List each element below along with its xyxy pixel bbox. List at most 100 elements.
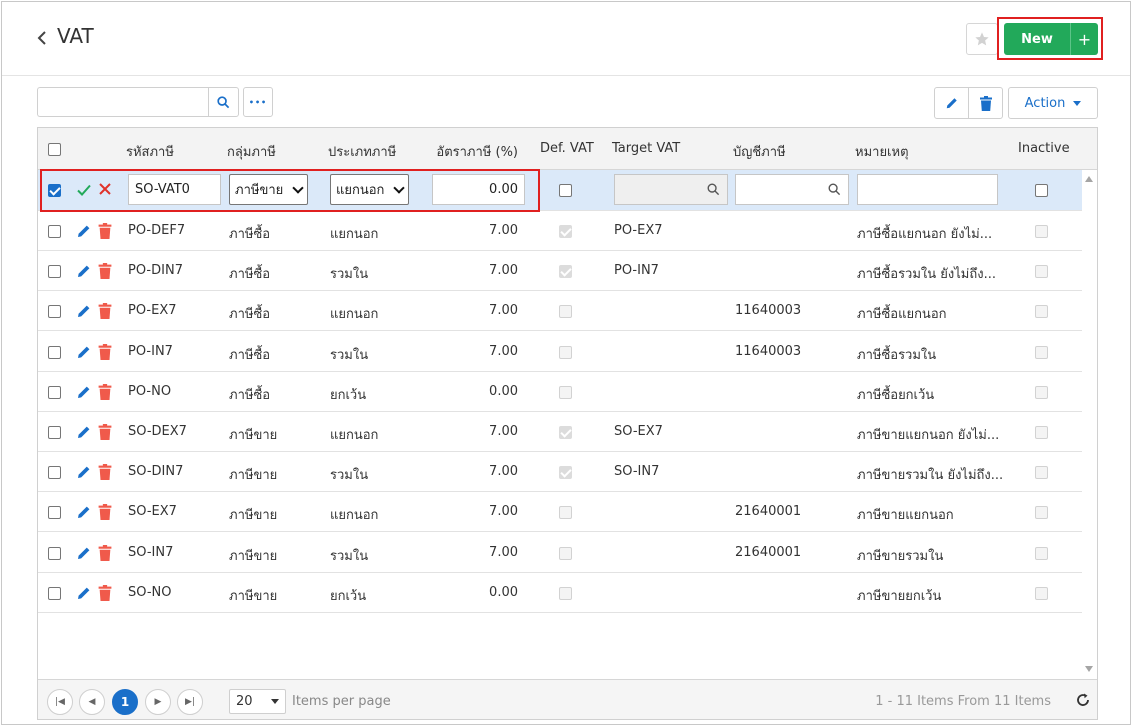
chevron-left-icon[interactable] <box>34 28 52 48</box>
trash-icon[interactable] <box>98 223 112 239</box>
delete-selected-button[interactable] <box>968 87 1003 119</box>
vertical-scrollbar[interactable] <box>1082 170 1097 680</box>
trash-icon[interactable] <box>98 504 112 521</box>
last-page-button[interactable]: ▶| <box>177 689 203 715</box>
row-select-checkbox[interactable] <box>48 305 61 319</box>
def-vat-checkbox[interactable] <box>559 184 572 197</box>
cell-group: ภาษีขาย <box>229 428 278 443</box>
def-vat-checkbox <box>559 345 572 359</box>
table-row[interactable]: SO-DEX7 ภาษีขาย แยกนอก 7.00 SO-EX7 ภาษีขายแยก… <box>38 412 1082 452</box>
table-row[interactable]: SO-EX7 ภาษีขาย แยกนอก 7.00 21640001 ภาษีขายแย… <box>38 492 1082 533</box>
first-page-button[interactable]: |◀ <box>47 689 73 715</box>
scroll-down-icon[interactable] <box>1085 666 1093 672</box>
pager-info: 1 - 11 Items From 11 Items <box>875 694 1051 709</box>
pencil-icon[interactable] <box>76 585 92 601</box>
row-select-checkbox[interactable] <box>48 586 61 600</box>
col-header-type[interactable]: ประเภทภาษี <box>328 141 396 162</box>
pencil-icon[interactable] <box>76 344 92 360</box>
cell-code: SO-IN7 <box>128 544 174 560</box>
next-page-button[interactable]: ▶ <box>145 689 171 715</box>
page-size-select[interactable]: 20 <box>229 689 286 714</box>
page-header: VAT New + <box>2 2 1130 76</box>
prev-page-button[interactable]: ◀ <box>79 689 105 715</box>
table-row[interactable]: PO-DIN7 ภาษีซื้อ รวมใน 7.00 PO-IN7 ภาษีซื้อรว… <box>38 251 1082 292</box>
trash-icon[interactable] <box>98 424 112 440</box>
row-select-checkbox[interactable] <box>48 546 61 560</box>
trash-icon[interactable] <box>98 383 112 400</box>
trash-icon[interactable] <box>98 303 112 320</box>
cell-code: PO-NO <box>128 383 172 399</box>
col-header-group[interactable]: กลุ่มภาษี <box>227 141 276 162</box>
pencil-icon[interactable] <box>76 223 92 239</box>
col-header-account[interactable]: บัญชีภาษี <box>733 141 786 162</box>
table-row[interactable]: PO-IN7 ภาษีซื้อ รวมใน 7.00 11640003 ภาษีซื้อร… <box>38 332 1082 372</box>
select-all-checkbox[interactable] <box>48 143 61 156</box>
search-icon[interactable] <box>828 183 841 196</box>
row-select-checkbox[interactable] <box>48 506 61 520</box>
cell-group: ภาษีขาย <box>229 588 278 604</box>
table-row[interactable]: SO-DIN7 ภาษีขาย รวมใน 7.00 SO-IN7 ภาษีขายรวมใ… <box>38 452 1082 493</box>
trash-icon[interactable] <box>98 544 112 561</box>
col-header-remark[interactable]: หมายเหตุ <box>855 141 909 162</box>
cell-rate: 7.00 <box>489 343 518 359</box>
table-row[interactable]: PO-EX7 ภาษีซื้อ แยกนอก 7.00 11640003 ภาษีซื้อ… <box>38 291 1082 332</box>
col-header-target-vat[interactable]: Target VAT <box>612 141 680 156</box>
search-icon[interactable] <box>707 183 720 196</box>
pencil-icon[interactable] <box>76 303 92 319</box>
cell-remark: ภาษีซื้อแยกนอก <box>857 307 947 323</box>
row-select-checkbox[interactable] <box>48 426 61 439</box>
new-button-highlight <box>997 17 1103 60</box>
pencil-icon[interactable] <box>76 545 92 561</box>
search-button[interactable] <box>208 87 239 117</box>
col-header-def-vat[interactable]: Def. VAT <box>540 141 594 156</box>
def-vat-checkbox <box>559 546 572 560</box>
favorite-button[interactable] <box>966 23 998 55</box>
pencil-icon[interactable] <box>76 504 92 520</box>
cell-rate: 0.00 <box>489 584 518 600</box>
row-select-checkbox[interactable] <box>48 466 61 480</box>
row-select-checkbox[interactable] <box>48 225 61 238</box>
inactive-checkbox[interactable] <box>1035 184 1048 197</box>
editing-row-highlight <box>40 169 540 212</box>
more-options-button[interactable]: ••• <box>243 87 273 117</box>
cell-group: ภาษีซื้อ <box>229 307 271 323</box>
row-select-checkbox[interactable] <box>48 385 61 399</box>
trash-icon[interactable] <box>98 464 112 481</box>
col-header-inactive[interactable]: Inactive <box>1018 141 1070 156</box>
target-vat-lookup[interactable] <box>614 174 728 205</box>
pencil-icon[interactable] <box>76 424 92 440</box>
cell-type: รวมใน <box>330 347 369 363</box>
vat-grid: รหัสภาษี กลุ่มภาษี ประเภทภาษี อัตราภาษี … <box>37 127 1098 720</box>
col-header-rate[interactable]: อัตราภาษี (%) <box>418 141 518 162</box>
table-row[interactable]: PO-NO ภาษีซื้อ ยกเว้น 0.00 ภาษีซื้อยกเว้น <box>38 372 1082 412</box>
row-select-checkbox[interactable] <box>48 265 61 279</box>
table-row[interactable]: SO-NO ภาษีขาย ยกเว้น 0.00 ภาษีขายยกเว้น <box>38 573 1082 613</box>
trash-icon[interactable] <box>98 343 112 360</box>
cell-type: รวมใน <box>330 548 369 564</box>
edit-selected-button[interactable] <box>934 87 969 119</box>
search-input[interactable] <box>37 87 209 117</box>
pencil-icon[interactable] <box>76 464 92 480</box>
page-number-button[interactable]: 1 <box>112 689 138 715</box>
table-row[interactable]: SO-IN7 ภาษีขาย รวมใน 7.00 21640001 ภาษีขายรวม… <box>38 533 1082 573</box>
refresh-icon[interactable] <box>1075 692 1091 708</box>
cell-remark: ภาษีขายรวมใน ยังไม่ถึง... <box>857 468 1004 484</box>
inactive-checkbox <box>1035 265 1048 279</box>
account-lookup[interactable] <box>735 174 849 205</box>
pencil-icon <box>946 98 957 109</box>
table-row[interactable]: PO-DEF7 ภาษีซื้อ แยกนอก 7.00 PO-EX7 ภาษีซื้อแ… <box>38 211 1082 251</box>
pencil-icon[interactable] <box>76 263 92 279</box>
row-select-checkbox[interactable] <box>48 345 61 359</box>
cell-type: รวมใน <box>330 468 369 484</box>
cell-group: ภาษีซื้อ <box>229 347 271 363</box>
action-dropdown[interactable]: Action <box>1008 87 1098 119</box>
trash-icon[interactable] <box>98 263 112 280</box>
cell-type: รวมใน <box>330 267 369 283</box>
col-header-code[interactable]: รหัสภาษี <box>126 141 174 162</box>
cell-account: 21640001 <box>735 544 802 560</box>
cell-group: ภาษีซื้อ <box>229 267 271 283</box>
pencil-icon[interactable] <box>76 384 92 400</box>
remark-field[interactable] <box>857 174 998 205</box>
trash-icon[interactable] <box>98 584 112 601</box>
scroll-up-icon[interactable] <box>1085 176 1093 182</box>
